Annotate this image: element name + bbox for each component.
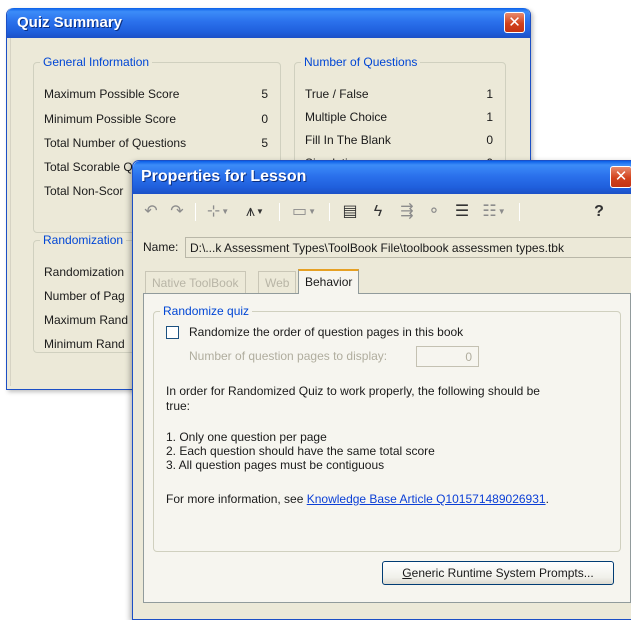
align-icon[interactable]: ⊹▼ (203, 201, 233, 223)
general-row-label: Total Non-Scor (44, 184, 124, 198)
general-row-label: Total Number of Questions (44, 136, 187, 150)
questions-row-label: Fill In The Blank (305, 133, 391, 147)
script-icon[interactable]: ☰ (451, 201, 473, 223)
info-text-line1: In order for Randomized Quiz to work pro… (166, 384, 540, 398)
help-icon[interactable]: ? (589, 201, 609, 223)
rule-item: 2. Each question should have the same to… (166, 444, 435, 458)
toolbar-separator (519, 203, 520, 221)
toolbar-separator (329, 203, 330, 221)
general-row-label: Minimum Possible Score (44, 112, 177, 126)
general-row-label: Maximum Possible Score (44, 87, 180, 101)
script-menu-icon[interactable]: ☷▼ (477, 201, 511, 223)
align-glyph: ⊹ (206, 203, 221, 221)
redo-icon[interactable]: ↷ (167, 201, 187, 223)
arrange-glyph: ⩚ (246, 203, 256, 221)
name-field[interactable]: D:\...k Assessment Types\ToolBook File\t… (185, 237, 631, 258)
questions-row-value: 1 (486, 110, 493, 124)
more-info-suffix: . (545, 492, 549, 506)
quiz-summary-title: Quiz Summary (7, 8, 530, 38)
randomize-checkbox-label: Randomize the order of question pages in… (189, 325, 464, 339)
name-row: Name: D:\...k Assessment Types\ToolBook … (143, 237, 631, 259)
arrange-icon[interactable]: ⩚▼ (239, 201, 271, 223)
size-glyph: ▭ (291, 203, 308, 221)
tab-web[interactable]: Web (258, 271, 297, 293)
more-info-prefix: For more information, see (166, 492, 307, 506)
chevron-down-icon: ▼ (221, 207, 230, 216)
number-of-questions-legend: Number of Questions (304, 55, 418, 69)
properties-title: Properties for Lesson (133, 161, 631, 194)
general-row: Minimum Possible Score 0 (44, 112, 268, 128)
general-row-value: 0 (261, 112, 268, 126)
randomization-row-label: Maximum Rand (44, 313, 129, 327)
links-icon[interactable]: ⇶ (395, 201, 419, 223)
script-menu-glyph: ☷ (482, 203, 497, 221)
questions-row-value: 0 (486, 133, 493, 147)
general-information-legend: General Information (43, 55, 150, 69)
properties-icon[interactable]: ▤ (339, 201, 361, 223)
properties-window: Properties for Lesson ✕ ↶ ↷ ⊹▼ ⩚▼ ▭▼ ▤ ϟ… (132, 160, 631, 620)
actions-icon[interactable]: ϟ (367, 201, 389, 223)
toolbar-separator (195, 203, 196, 221)
randomization-row-label: Minimum Rand (44, 337, 125, 351)
rule-item: 3. All question pages must be contiguous (166, 458, 385, 472)
questions-row-label: Multiple Choice (305, 110, 388, 124)
general-row: Total Number of Questions 5 (44, 136, 268, 152)
randomize-quiz-group: Randomize quiz Randomize the order of qu… (153, 304, 621, 552)
toolbar-separator (279, 203, 280, 221)
connect-icon[interactable]: ⚬ (423, 201, 445, 223)
question-count-label: Number of question pages to display: (189, 349, 388, 363)
undo-icon[interactable]: ↶ (141, 201, 161, 223)
button-mnemonic: G (402, 566, 412, 580)
generic-runtime-prompts-button[interactable]: Generic Runtime System Prompts... (382, 561, 614, 585)
randomization-row-label: Randomization (44, 265, 125, 279)
chevron-down-icon: ▼ (497, 207, 506, 216)
behavior-tab-panel: Randomize quiz Randomize the order of qu… (143, 293, 631, 603)
general-row-label: Total Scorable Q (44, 160, 133, 174)
chevron-down-icon: ▼ (308, 207, 317, 216)
general-row: Maximum Possible Score 5 (44, 87, 268, 103)
tab-native-toolbook[interactable]: Native ToolBook (145, 271, 246, 293)
questions-row: Fill In The Blank 0 (305, 133, 493, 149)
randomization-row-label: Number of Pag (44, 289, 125, 303)
questions-row-label: True / False (305, 87, 369, 101)
general-row-value: 5 (261, 87, 268, 101)
questions-row-value: 1 (486, 87, 493, 101)
chevron-down-icon: ▼ (256, 207, 264, 216)
tab-behavior[interactable]: Behavior (298, 269, 360, 294)
randomization-legend: Randomization (43, 233, 124, 247)
size-icon[interactable]: ▭▼ (287, 201, 321, 223)
questions-row: Multiple Choice 1 (305, 110, 493, 126)
toolbar: ↶ ↷ ⊹▼ ⩚▼ ▭▼ ▤ ϟ ⇶ ⚬ ☰ ☷▼ ? (139, 197, 631, 227)
more-info-text: For more information, see Knowledge Base… (166, 492, 549, 506)
randomize-quiz-legend: Randomize quiz (163, 304, 250, 318)
questions-row: True / False 1 (305, 87, 493, 103)
general-row-value: 5 (261, 136, 268, 150)
name-label: Name: (143, 240, 179, 254)
randomize-checkbox[interactable] (166, 326, 179, 339)
rule-item: 1. Only one question per page (166, 430, 327, 444)
button-label: eneric Runtime System Prompts... (411, 566, 594, 580)
quiz-summary-close-button[interactable]: ✕ (504, 12, 525, 33)
knowledge-base-link[interactable]: Knowledge Base Article Q101571489026931 (307, 492, 546, 506)
info-text-line2: true: (166, 399, 191, 413)
properties-close-button[interactable]: ✕ (610, 166, 631, 188)
question-count-field[interactable]: 0 (416, 346, 479, 367)
